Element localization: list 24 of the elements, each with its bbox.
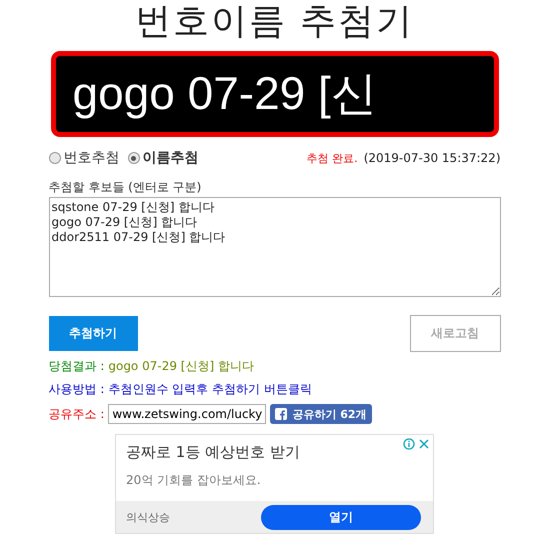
- usage-text: 추첨인원수 입력후 추첨하기 버튼클릭: [108, 381, 312, 398]
- mode-radio[interactable]: 번호추첨: [48, 149, 120, 167]
- draw-button[interactable]: 추첨하기: [48, 316, 138, 351]
- status-time: (2019-07-30 15:37:22): [364, 151, 500, 165]
- share-label: 공유주소 :: [48, 406, 104, 422]
- open-button[interactable]: 열기: [261, 504, 421, 530]
- close-icon[interactable]: [418, 438, 430, 450]
- status-message: 추첨 완료.: [306, 150, 358, 166]
- advertiser-name: 의식상승: [126, 510, 170, 524]
- ad-banner[interactable]: 공짜로 1등 예상번호 받기 20억 기회를 잡아보세요. 의식상승 열기: [115, 434, 434, 534]
- info-icon[interactable]: [403, 438, 415, 450]
- result-label: 당첨결과 :: [48, 358, 104, 375]
- share-button[interactable]: 공유하기 62개: [270, 404, 372, 424]
- ad-headline: 공짜로 1등 예상번호 받기: [126, 443, 300, 462]
- usage-label: 사용방법 :: [48, 381, 104, 398]
- page-title: 번호이름 추첨기: [134, 0, 414, 44]
- facebook-icon: [275, 408, 288, 420]
- candidates-field[interactable]: sqstone 07-29 [신청] 합니다 gogo 07-29 [신청] 합니다 ddor2511 07-29 [신청] 합니다: [48, 197, 500, 297]
- result-value: gogo 07-29 [신청] 합니다: [108, 358, 254, 375]
- candidates-label: 추첨할 후보들 (엔터로 구분): [48, 179, 202, 196]
- mode-radio[interactable]: 이름추첨: [128, 149, 198, 167]
- share-url-field[interactable]: www.zetswing.com/lucky: [108, 404, 266, 424]
- ad-description: 20억 기회를 잡아보세요.: [126, 472, 261, 489]
- result-display: gogo 07-29 [신: [50, 51, 498, 137]
